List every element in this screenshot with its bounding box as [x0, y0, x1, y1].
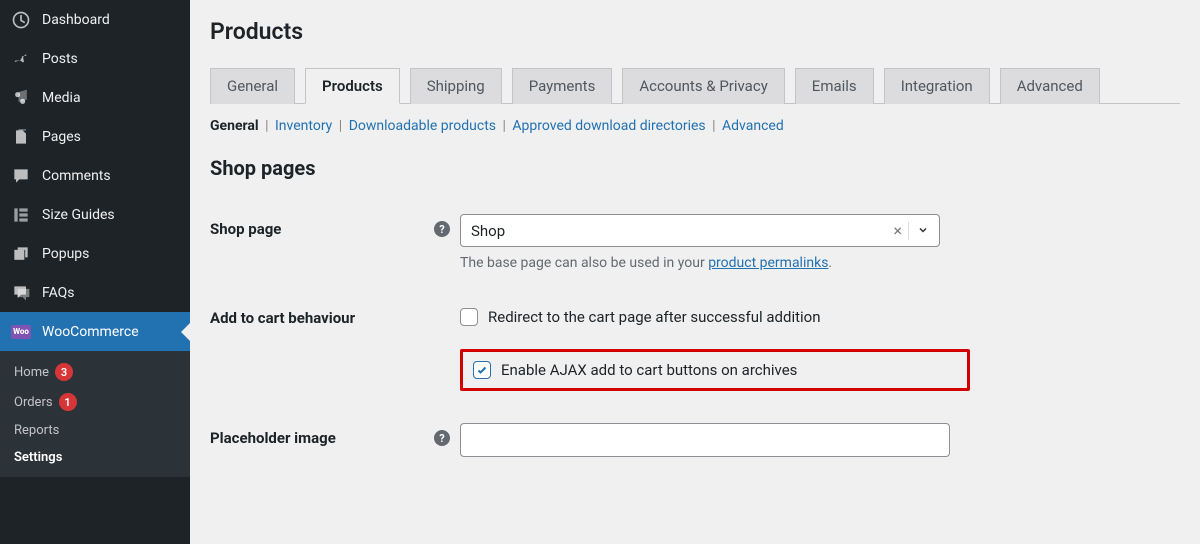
- row-shop-page: Shop page ? Shop × The base page can als…: [210, 214, 1180, 271]
- shop-page-select[interactable]: Shop ×: [460, 214, 940, 247]
- label-shop-page: Shop page ?: [210, 214, 460, 238]
- count-badge: 3: [55, 363, 73, 381]
- placeholder-image-input[interactable]: [460, 423, 950, 457]
- tab-payments[interactable]: Payments: [512, 68, 613, 104]
- sidebar-label: Size Guides: [42, 207, 115, 223]
- help-icon[interactable]: ?: [434, 221, 450, 237]
- sidebar-submenu: Home 3 Orders 1 Reports Settings: [0, 351, 190, 477]
- tab-advanced[interactable]: Advanced: [1000, 68, 1100, 104]
- comments-icon: [10, 165, 32, 187]
- subtab-general[interactable]: General: [210, 118, 259, 134]
- option-label: Redirect to the cart page after successf…: [488, 308, 821, 326]
- woo-icon: Woo: [10, 321, 32, 343]
- dashboard-icon: [10, 9, 32, 31]
- sidebar-item-woocommerce[interactable]: Woo WooCommerce: [0, 312, 190, 351]
- sidebar-label: Dashboard: [42, 12, 110, 28]
- sidebar-item-size-guides[interactable]: Size Guides: [0, 195, 190, 234]
- sidebar-item-comments[interactable]: Comments: [0, 156, 190, 195]
- tab-products[interactable]: Products: [305, 68, 400, 104]
- checkbox-unchecked-icon[interactable]: [460, 308, 478, 326]
- section-title: Shop pages: [210, 156, 1180, 180]
- sidebar-label: FAQs: [42, 285, 75, 301]
- select-value: Shop: [471, 222, 505, 240]
- pin-icon: [10, 48, 32, 70]
- sidebar-subitem-reports[interactable]: Reports: [0, 417, 190, 444]
- sidebar-label: Pages: [42, 129, 81, 145]
- ruler-icon: [10, 204, 32, 226]
- permalinks-link[interactable]: product permalinks: [708, 255, 828, 271]
- sidebar-subitem-label: Orders: [14, 395, 53, 410]
- row-placeholder-image: Placeholder image ?: [210, 423, 1180, 457]
- sidebar-label: Popups: [42, 246, 89, 262]
- sidebar-label: WooCommerce: [42, 324, 139, 340]
- popup-icon: [10, 243, 32, 265]
- help-icon[interactable]: ?: [434, 430, 450, 446]
- tab-emails[interactable]: Emails: [795, 68, 874, 104]
- sidebar-subitem-label: Home: [14, 365, 49, 380]
- sidebar-subitem-settings[interactable]: Settings: [0, 444, 190, 471]
- sidebar-item-popups[interactable]: Popups: [0, 234, 190, 273]
- option-label: Enable AJAX add to cart buttons on archi…: [501, 361, 797, 379]
- admin-sidebar: Dashboard Posts Media Pages Comments Siz…: [0, 0, 190, 544]
- subtab-inventory[interactable]: Inventory: [275, 118, 332, 134]
- pages-icon: [10, 126, 32, 148]
- sidebar-subitem-orders[interactable]: Orders 1: [0, 387, 190, 417]
- sidebar-label: Posts: [42, 51, 78, 67]
- settings-tabs: General Products Shipping Payments Accou…: [210, 67, 1180, 104]
- help-text: The base page can also be used in your p…: [460, 255, 980, 271]
- option-redirect-after-add[interactable]: Redirect to the cart page after successf…: [460, 303, 980, 331]
- faq-icon: [10, 282, 32, 304]
- option-enable-ajax[interactable]: Enable AJAX add to cart buttons on archi…: [473, 356, 957, 384]
- label-placeholder-image: Placeholder image ?: [210, 423, 460, 447]
- checkbox-checked-icon[interactable]: [473, 361, 491, 379]
- sidebar-item-pages[interactable]: Pages: [0, 117, 190, 156]
- clear-icon[interactable]: ×: [887, 221, 908, 240]
- subtab-downloadable[interactable]: Downloadable products: [349, 118, 496, 134]
- main-content: Products General Products Shipping Payme…: [190, 0, 1200, 544]
- tab-general[interactable]: General: [210, 68, 295, 104]
- chevron-down-icon[interactable]: [908, 222, 929, 240]
- count-badge: 1: [59, 393, 77, 411]
- tab-integration[interactable]: Integration: [884, 68, 990, 104]
- sidebar-item-dashboard[interactable]: Dashboard: [0, 0, 190, 39]
- sidebar-item-media[interactable]: Media: [0, 78, 190, 117]
- subtab-approved-dirs[interactable]: Approved download directories: [512, 118, 705, 134]
- media-icon: [10, 87, 32, 109]
- sidebar-subitem-label: Reports: [14, 423, 59, 438]
- tab-accounts-privacy[interactable]: Accounts & Privacy: [622, 68, 784, 104]
- sidebar-item-faqs[interactable]: FAQs: [0, 273, 190, 312]
- sidebar-item-posts[interactable]: Posts: [0, 39, 190, 78]
- page-title: Products: [210, 0, 1180, 67]
- settings-subtabs: General | Inventory | Downloadable produ…: [210, 108, 1180, 156]
- sidebar-subitem-label: Settings: [14, 450, 62, 465]
- tab-shipping[interactable]: Shipping: [410, 68, 502, 104]
- row-add-to-cart: Add to cart behaviour Redirect to the ca…: [210, 303, 1180, 391]
- label-add-to-cart: Add to cart behaviour: [210, 303, 460, 327]
- subtab-advanced[interactable]: Advanced: [722, 118, 784, 134]
- sidebar-label: Comments: [42, 168, 111, 184]
- sidebar-label: Media: [42, 90, 81, 106]
- highlight-box: Enable AJAX add to cart buttons on archi…: [460, 349, 970, 391]
- sidebar-subitem-home[interactable]: Home 3: [0, 357, 190, 387]
